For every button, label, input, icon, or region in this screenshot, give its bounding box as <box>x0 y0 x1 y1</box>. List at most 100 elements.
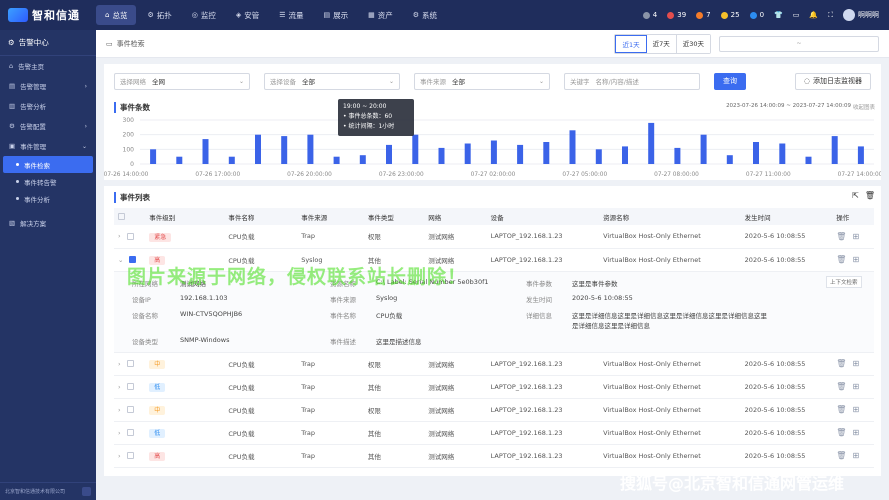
trash-icon[interactable]: 🗑 <box>836 232 846 241</box>
query-button[interactable]: 查询 <box>714 72 746 90</box>
chart-bar[interactable] <box>595 149 602 164</box>
row-checkbox[interactable] <box>126 406 134 413</box>
chevron-right-icon[interactable]: › <box>118 383 121 391</box>
table-row[interactable]: › 低 CPU负载 Trap 其他 测试网络 LAPTOP_192.168.1.23 Virt… <box>114 421 874 445</box>
chevron-right-icon[interactable]: › <box>118 232 121 240</box>
collapse-chart-button[interactable]: 收起图表 <box>853 103 875 111</box>
chevron-right-icon[interactable]: › <box>118 429 121 437</box>
chart-bar[interactable] <box>779 143 786 165</box>
context-search-icon[interactable]: ⊞ <box>852 428 859 437</box>
keyword-input[interactable]: 关键字 名称/内容/描述 <box>564 72 700 90</box>
chart-bar[interactable] <box>805 156 812 164</box>
table-row[interactable]: › 高 CPU负载 Trap 其他 测试网络 LAPTOP_192.168.1.23 Virt… <box>114 444 874 468</box>
context-search-icon[interactable]: ⊞ <box>852 382 859 391</box>
chart-bar[interactable] <box>543 142 550 164</box>
chart-bar[interactable] <box>307 134 314 164</box>
range-tab-30d[interactable]: 近30天 <box>676 34 710 53</box>
alarm-count-red[interactable]: 39 <box>667 11 686 19</box>
trash-icon[interactable]: 🗑 <box>865 191 875 200</box>
chart-bar[interactable] <box>359 155 366 164</box>
nav-item-security[interactable]: ◈ 安管 <box>227 5 268 25</box>
chevron-right-icon[interactable]: › <box>118 452 121 460</box>
table-row[interactable]: › 中 CPU负载 Trap 权限 测试网络 LAPTOP_192.168.1.23 Virt… <box>114 352 874 376</box>
chart-bar[interactable] <box>281 136 288 164</box>
nav-item-display[interactable]: ▤ 展示 <box>315 5 358 25</box>
chart-bar[interactable] <box>202 139 209 164</box>
chart-bar[interactable] <box>648 122 655 164</box>
col-header[interactable]: 事件级别 <box>145 208 225 225</box>
chart-bar[interactable] <box>228 156 235 164</box>
chart-bar[interactable] <box>438 147 445 164</box>
alarm-count-gray[interactable]: 4 <box>642 11 657 19</box>
sidebar-item-solutions[interactable]: ▧ 解决方案 <box>0 213 96 233</box>
chart-bar[interactable] <box>176 156 183 164</box>
sidebar-item-alarm-home[interactable]: ⌂ 告警主页 <box>0 56 96 76</box>
device-select[interactable]: 选择设备 全部 ⌄ <box>264 72 400 90</box>
context-search-icon[interactable]: ⊞ <box>852 359 859 368</box>
trash-icon[interactable]: 🗑 <box>836 255 846 264</box>
chart-bar[interactable] <box>726 155 733 164</box>
alarm-count-orange[interactable]: 7 <box>696 11 711 19</box>
user-menu[interactable]: 啊啊啊 <box>843 9 879 21</box>
select-all-checkbox[interactable] <box>118 213 125 220</box>
alarm-count-blue[interactable]: 0 <box>749 11 764 19</box>
sidebar-subitem-event-search[interactable]: 事件检索 <box>3 156 93 173</box>
row-checkbox[interactable] <box>126 429 134 436</box>
nav-item-overview[interactable]: ⌂ 总览 <box>96 5 137 25</box>
chart-bar[interactable] <box>831 136 838 164</box>
chevron-down-icon[interactable]: ⌄ <box>118 256 123 264</box>
logo[interactable]: 智和信通 <box>0 7 96 23</box>
chart-bar[interactable] <box>490 140 497 165</box>
chart-bar[interactable] <box>517 144 524 164</box>
col-header[interactable]: 事件名称 <box>224 208 298 225</box>
chart-bar[interactable] <box>700 134 707 164</box>
shirt-icon[interactable]: 👕 <box>774 11 783 19</box>
table-row[interactable]: › 低 CPU负载 Trap 其他 测试网络 LAPTOP_192.168.1.23 Virt… <box>114 375 874 399</box>
nav-item-asset[interactable]: ▦ 资产 <box>359 5 402 25</box>
context-search-icon[interactable]: ⊞ <box>852 405 859 414</box>
sidebar-item-alarm-analysis[interactable]: ▥ 告警分析 <box>0 96 96 116</box>
chart-bar[interactable] <box>150 149 157 164</box>
table-row[interactable]: › 中 CPU负载 Trap 权限 测试网络 LAPTOP_192.168.1.23 Virt… <box>114 398 874 422</box>
table-row[interactable]: › 紧急 CPU负载 Trap 权限 测试网络 LAPTOP_192.168.1.23 Vir… <box>114 225 874 249</box>
col-header[interactable]: 网络 <box>424 208 487 225</box>
chevron-right-icon[interactable]: › <box>118 406 121 414</box>
sidebar-subitem-event-analysis[interactable]: 事件分析 <box>0 190 96 207</box>
sidebar-subitem-event-to-alarm[interactable]: 事件转告警 <box>0 173 96 190</box>
add-log-monitor-button[interactable]: ◌ 添加日志监视器 <box>794 72 871 90</box>
chart-bar[interactable] <box>753 142 759 164</box>
context-search-icon[interactable]: ⊞ <box>852 255 859 264</box>
document-icon[interactable]: ▭ <box>793 11 800 19</box>
trash-icon[interactable]: 🗑 <box>836 428 846 437</box>
trash-icon[interactable]: 🗑 <box>836 382 846 391</box>
chart-bar[interactable] <box>333 156 340 164</box>
col-header[interactable]: 设备 <box>486 208 600 225</box>
nav-item-monitor[interactable]: ◎ 监控 <box>183 5 225 25</box>
context-search-icon[interactable]: ⊞ <box>852 232 859 241</box>
bell-icon[interactable]: 🔔 <box>809 11 818 19</box>
export-icon[interactable]: ⇱ <box>852 191 859 200</box>
alarm-count-yellow[interactable]: 25 <box>720 11 740 19</box>
nav-item-system[interactable]: ⚙ 系统 <box>404 5 446 25</box>
trash-icon[interactable]: 🗑 <box>836 359 846 368</box>
col-header[interactable]: 事件类型 <box>363 208 425 225</box>
trash-icon[interactable]: 🗑 <box>836 405 846 414</box>
col-header[interactable]: 发生时间 <box>740 208 833 225</box>
chart-bar[interactable] <box>569 130 576 164</box>
chart-bar[interactable] <box>674 147 681 164</box>
sidebar-item-event-manage[interactable]: ▣ 事件管理 ⌄ <box>0 136 96 156</box>
chart-bar[interactable] <box>412 134 419 164</box>
chart-bar[interactable] <box>386 144 392 164</box>
sidebar-item-alarm-config[interactable]: ⚙ 告警配置 › <box>0 116 96 136</box>
network-select[interactable]: 选择网络 全网 ⌄ <box>114 72 250 90</box>
range-tab-1d[interactable]: 近1天 <box>615 34 647 53</box>
row-checkbox[interactable] <box>126 452 134 459</box>
chevron-right-icon[interactable]: › <box>118 360 121 368</box>
col-header[interactable]: 资源名称 <box>599 208 741 225</box>
fullscreen-icon[interactable]: ⛶ <box>828 11 833 20</box>
chart-bar[interactable] <box>255 134 261 164</box>
row-checkbox[interactable] <box>126 383 134 390</box>
trash-icon[interactable]: 🗑 <box>836 451 846 460</box>
source-select[interactable]: 事件来源 全部 ⌄ <box>414 72 550 90</box>
date-range-picker[interactable]: ~ <box>719 35 879 52</box>
